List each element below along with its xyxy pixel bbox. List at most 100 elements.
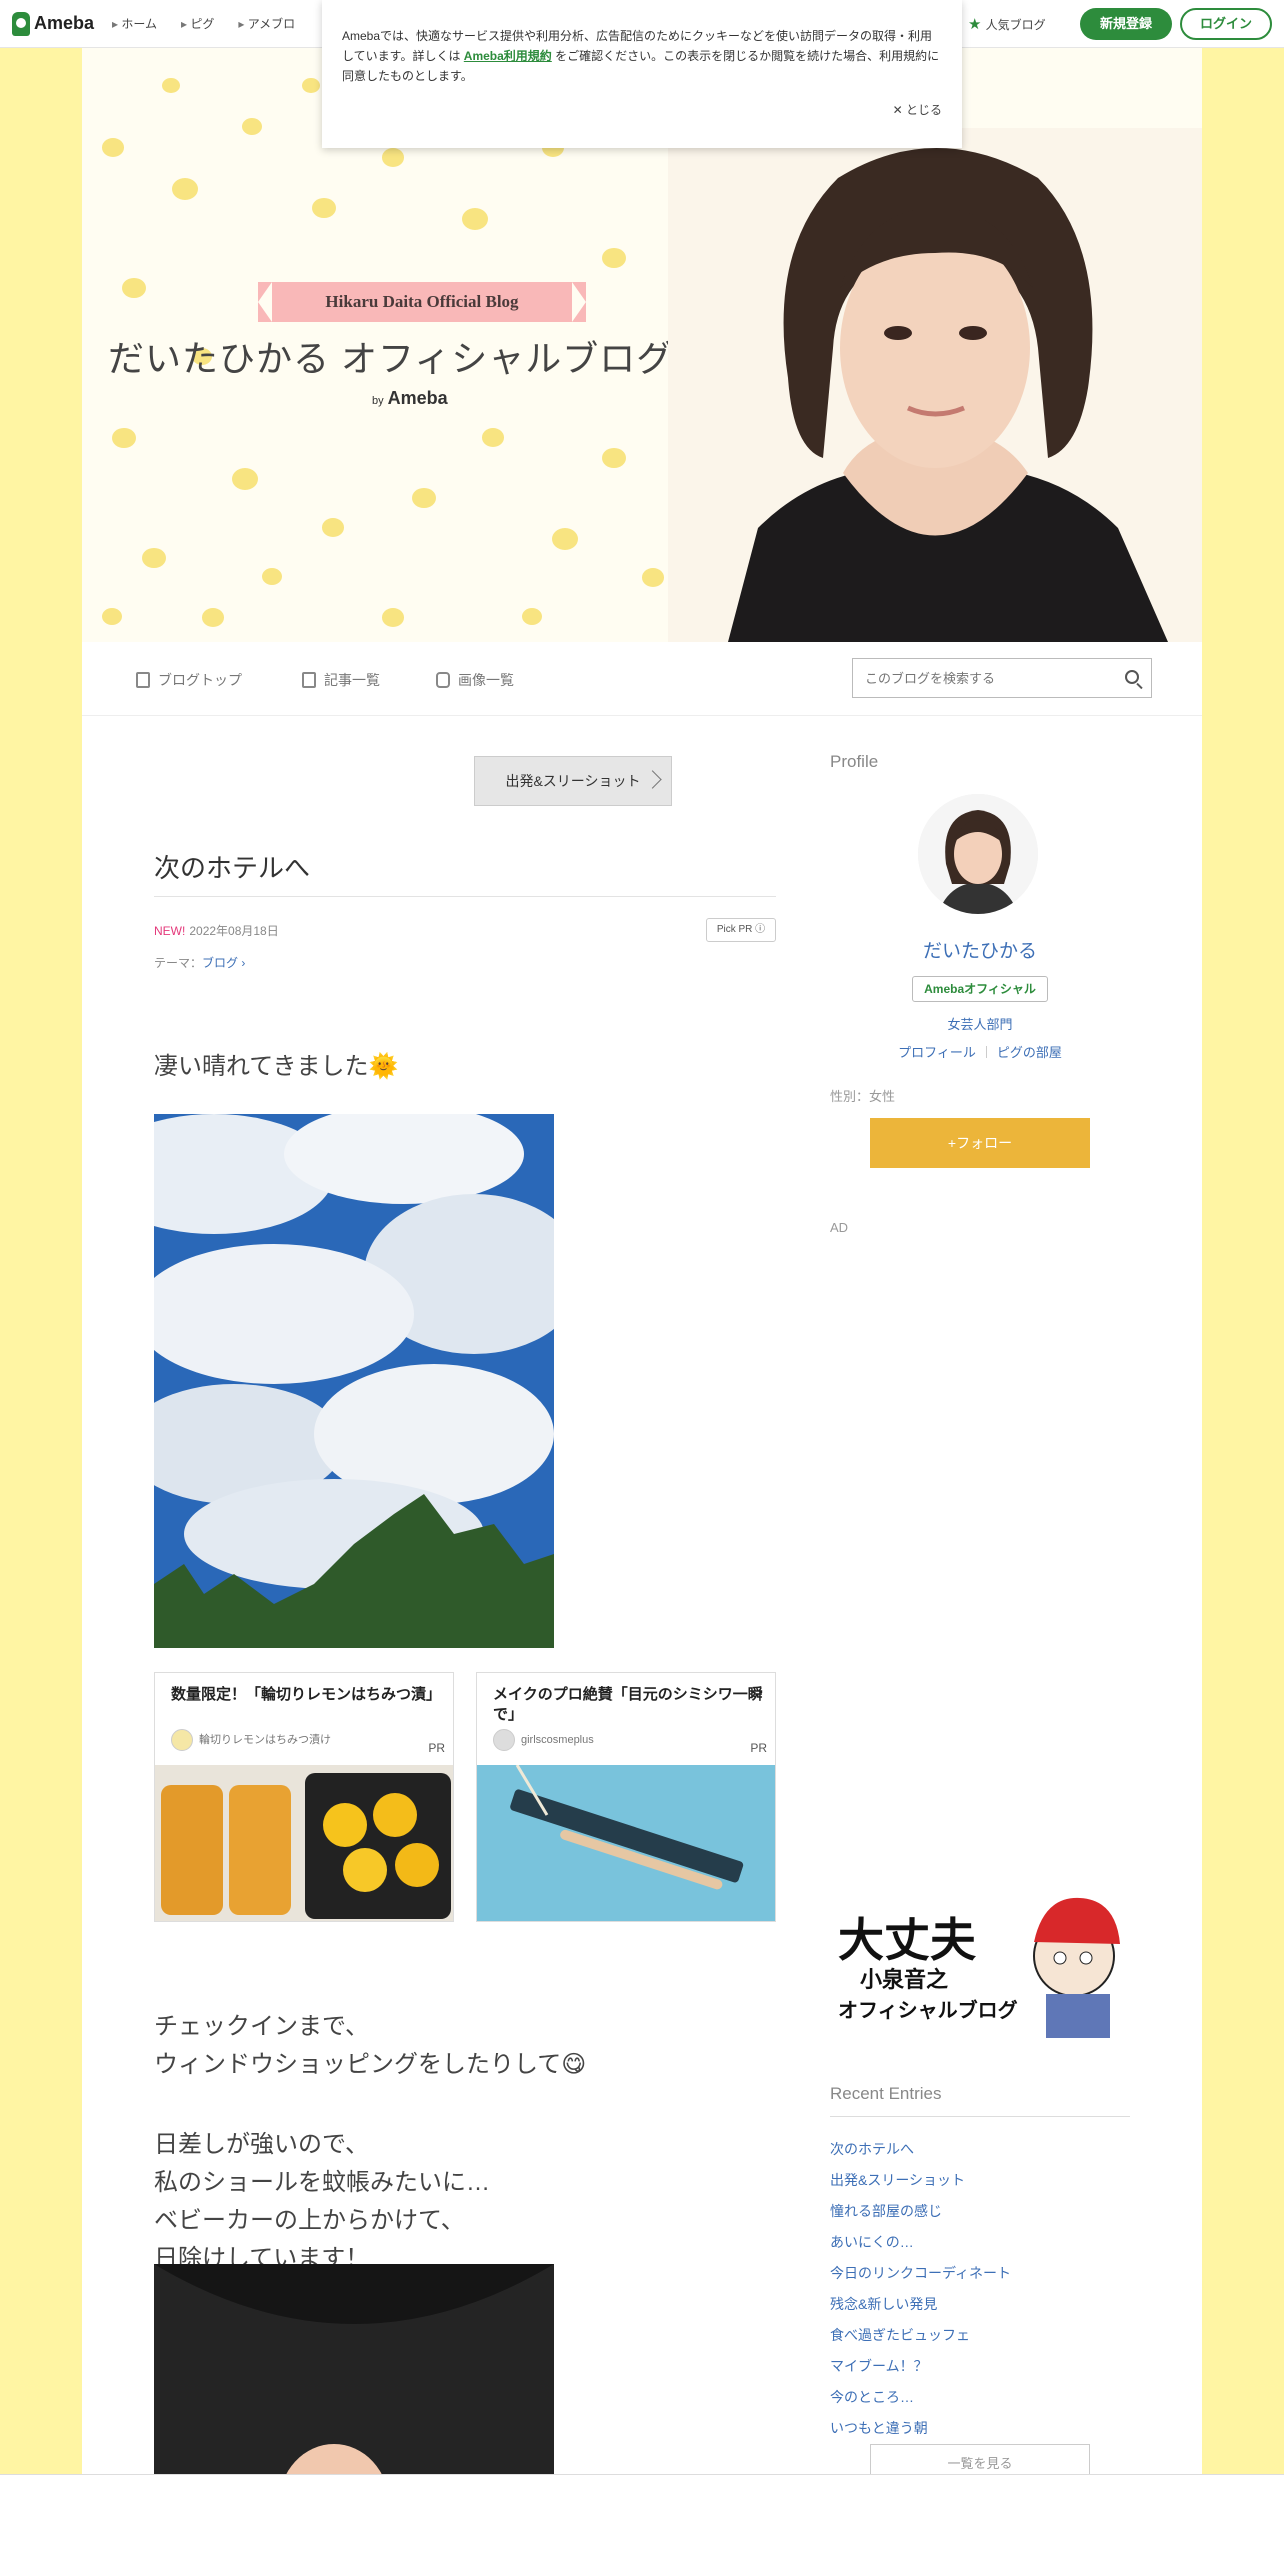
blog-search-box — [852, 658, 1152, 698]
banner-line-1: 大丈夫 — [838, 1914, 976, 1966]
pr-card-brand-name: girlscosmeplus — [521, 1733, 594, 1746]
polka-dot — [482, 428, 504, 447]
global-nav-links: ホーム ピグ アメブロ — [112, 15, 319, 32]
polka-dot — [102, 138, 124, 157]
ameba-logo-text: Ameba — [34, 13, 95, 33]
recent-entry-link[interactable]: 憧れる部屋の感じ — [830, 2200, 1011, 2231]
polka-dot — [142, 548, 166, 569]
profile-name[interactable]: だいたひかる — [830, 936, 1130, 963]
polka-dot — [462, 208, 488, 231]
official-badge: Amebaオフィシャル — [912, 976, 1048, 1002]
recent-entry-link[interactable]: 今のところ… — [830, 2386, 1011, 2417]
polka-dot — [162, 78, 180, 94]
polka-dot — [302, 78, 320, 94]
entry-date: 2022年08月18日 — [189, 924, 279, 938]
bottom-bar — [0, 2474, 1284, 2568]
blog-top-link[interactable]: ブログトップ — [136, 670, 242, 690]
polka-dot — [262, 568, 282, 585]
recent-entry-link[interactable]: 出発&スリーショット — [830, 2169, 1011, 2200]
entry-list-link[interactable]: 記事一覧 — [302, 670, 380, 690]
previous-entry-button[interactable]: 出発&スリーショット — [474, 756, 672, 806]
blog-subnav: ブログトップ 記事一覧 画像一覧 — [82, 642, 1202, 716]
ameba-logo[interactable]: Ameba — [12, 11, 95, 36]
polka-dot — [202, 608, 224, 627]
entry-list-label: 記事一覧 — [324, 672, 380, 688]
entry-paragraph-2: チェックインまで、 ウィンドウショッピングをしたりして😋 — [154, 2008, 586, 2084]
banner-line-3: オフィシャルブログ — [838, 2000, 1018, 2022]
pr-card-title: メイクのプロ絶賛「目元のシミシワ一瞬で」 — [493, 1686, 763, 1723]
blog-top-label: ブログトップ — [158, 672, 242, 688]
polka-dot — [412, 488, 436, 509]
pr-card-brand: girlscosmeplus — [493, 1729, 594, 1751]
recent-entry-link[interactable]: 食べ過ぎたビュッフェ — [830, 2324, 1011, 2355]
polka-dot — [322, 518, 344, 537]
cookie-close-button[interactable]: とじる — [893, 100, 942, 120]
entry-line: ベビーカーの上からかけて、 — [154, 2207, 465, 2234]
polka-dot — [602, 248, 626, 269]
entry-line: 私のショールを蚊帳みたいに… — [154, 2169, 490, 2196]
theme-link[interactable]: ブログ › — [202, 956, 245, 970]
banner-line-2: 小泉音之 — [860, 1967, 949, 1992]
recent-entry-link[interactable]: あいにくの… — [830, 2231, 1011, 2262]
profile-link[interactable]: プロフィール — [898, 1045, 976, 1060]
ameba-wordmark: Ameba — [387, 388, 448, 408]
polka-dot — [122, 278, 146, 299]
entry-line: ウィンドウショッピングをしたりして😋 — [154, 2051, 587, 2078]
login-button[interactable]: ログイン — [1180, 8, 1272, 40]
blogger-portrait — [668, 128, 1202, 642]
entry-text-1: 凄い晴れてきました🌞 — [154, 1053, 399, 1080]
pr-card-brand-name: 輪切りレモンはちみつ漬け — [199, 1733, 331, 1746]
recent-entry-link[interactable]: 次のホテルへ — [830, 2138, 1011, 2169]
recent-entry-link[interactable]: 今日のリンクコーディネート — [830, 2262, 1011, 2293]
profile-heading: Profile — [830, 752, 879, 771]
pr-card-lemon[interactable]: 数量限定！「輪切りレモンはちみつ漬」 輪切りレモンはちみつ漬け PR — [154, 1672, 454, 1922]
polka-dot — [602, 448, 626, 469]
nav-link-ameblo[interactable]: アメブロ — [238, 15, 295, 32]
profile-category[interactable]: 女芸人部門 — [830, 1014, 1130, 1033]
theme-label: テーマ： — [154, 956, 203, 970]
entry-paragraph-3: 日差しが強いので、 私のショールを蚊帳みたいに… ベビーカーの上からかけて、 日… — [154, 2126, 490, 2278]
lemon-jar-photo — [155, 1765, 453, 1921]
nav-link-home[interactable]: ホーム — [112, 15, 157, 32]
recent-entries-list: 次のホテルへ 出発&スリーショット 憧れる部屋の感じ あいにくの… 今日のリンク… — [830, 2138, 1011, 2448]
terms-link[interactable]: Ameba利用規約 — [464, 49, 552, 63]
pr-tag: PR — [428, 1741, 445, 1755]
blog-ribbon: Hikaru Daita Official Blog — [258, 282, 586, 322]
profile-avatar[interactable] — [918, 794, 1038, 914]
copy-icon — [302, 672, 316, 688]
register-button[interactable]: 新規登録 — [1080, 8, 1172, 40]
cookie-consent-popup: Amebaでは、快適なサービス提供や利用分析、広告配信のためにクッキーなどを使い… — [322, 0, 962, 148]
pr-card-title: 数量限定！「輪切りレモンはちみつ漬」 — [171, 1686, 442, 1703]
polka-dot — [382, 608, 404, 627]
blog-title: だいたひかる オフィシャルブログ — [108, 338, 674, 379]
polka-dot — [552, 528, 578, 551]
image-list-label: 画像一覧 — [458, 672, 514, 688]
pr-card-concealer[interactable]: メイクのプロ絶賛「目元のシミシワ一瞬で」 girlscosmeplus PR — [476, 1672, 776, 1922]
polka-dot — [312, 198, 336, 219]
concealer-photo — [477, 1765, 775, 1921]
recent-entry-link[interactable]: 残念&新しい発見 — [830, 2293, 1011, 2324]
pigg-room-link[interactable]: ピグの部屋 — [997, 1045, 1062, 1060]
recent-entries-heading: Recent Entries — [830, 2084, 942, 2103]
image-list-link[interactable]: 画像一覧 — [436, 670, 514, 690]
sky-photo[interactable] — [154, 1114, 554, 1648]
polka-dot — [242, 118, 262, 135]
pick-pr-button[interactable]: Pick PR ⓘ — [706, 918, 776, 942]
search-icon[interactable] — [1125, 670, 1139, 684]
koizumi-blog-banner[interactable]: 大丈夫 小泉音之 オフィシャルブログ — [830, 1886, 1130, 2038]
blog-search-input[interactable] — [853, 659, 1103, 697]
recent-entry-link[interactable]: マイブーム！？ — [830, 2355, 1011, 2386]
polka-dot — [642, 568, 664, 587]
link-separator — [985, 1046, 987, 1058]
new-badge: NEW! — [154, 924, 186, 938]
entry-line: チェックインまで、 — [154, 2013, 370, 2040]
polka-dot — [172, 178, 198, 201]
nav-link-pigg[interactable]: ピグ — [181, 15, 214, 32]
follow-button[interactable]: +フォロー — [870, 1118, 1090, 1168]
polka-dot — [102, 608, 122, 625]
page-container: Hikaru Daita Official Blog だいたひかる オフィシャル… — [82, 48, 1202, 2568]
polka-dot — [382, 148, 404, 167]
polka-dot — [112, 428, 136, 449]
by-ameba: by Ameba — [372, 388, 448, 409]
popular-blog-link[interactable]: 人気ブログ — [968, 15, 1046, 33]
